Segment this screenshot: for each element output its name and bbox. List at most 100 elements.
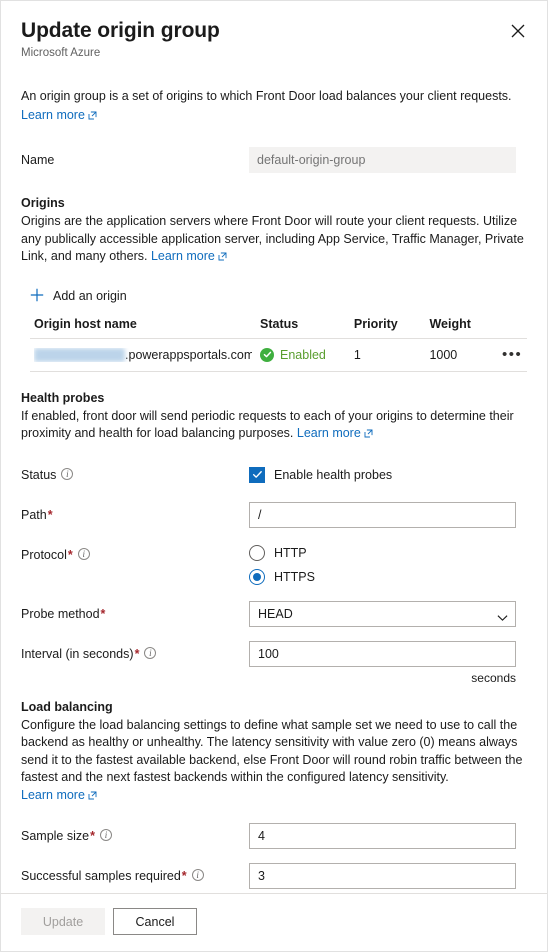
cell-actions: •••: [497, 338, 527, 372]
column-header-status[interactable]: Status: [256, 316, 350, 339]
radio-selected-icon: [249, 568, 265, 585]
probe-protocol-row: Protocol* HTTP HTTPS: [21, 542, 527, 585]
successful-samples-label: Successful samples required: [21, 869, 181, 883]
plus-icon: [30, 288, 44, 305]
info-icon[interactable]: [77, 547, 90, 560]
check-circle-icon: [260, 347, 274, 362]
load-balancing-learn-more-link[interactable]: Learn more: [21, 788, 97, 802]
load-balancing-learn-more-label: Learn more: [21, 787, 85, 802]
update-origin-group-dialog: Update origin group Microsoft Azure An o…: [0, 0, 548, 952]
name-label: Name: [21, 153, 55, 167]
name-input: [249, 147, 516, 173]
add-origin-button[interactable]: Add an origin: [30, 286, 127, 307]
intro-learn-more-link[interactable]: Learn more: [21, 108, 97, 122]
name-field-wrap: [249, 147, 527, 173]
probe-interval-label: Interval (in seconds): [21, 646, 134, 661]
page-title: Update origin group: [21, 19, 220, 42]
probe-method-label-wrap: Probe method*: [21, 601, 249, 627]
probe-interval-label-wrap: Interval (in seconds)*: [21, 641, 249, 667]
successful-samples-field: [249, 863, 527, 889]
probe-method-label: Probe method: [21, 606, 100, 621]
radio-option-http[interactable]: HTTP: [249, 544, 527, 561]
origins-learn-more-link[interactable]: Learn more: [151, 249, 227, 263]
close-button[interactable]: [505, 18, 531, 44]
probe-method-row: Probe method* HEAD: [21, 600, 527, 627]
more-options-icon[interactable]: •••: [502, 347, 522, 362]
probe-interval-input[interactable]: [249, 640, 516, 667]
health-probes-description-wrap: If enabled, front door will send periodi…: [21, 408, 527, 444]
probe-method-select[interactable]: HEAD: [249, 600, 516, 627]
successful-samples-input[interactable]: [249, 863, 516, 889]
external-link-icon: [88, 788, 97, 806]
probe-protocol-label: Protocol: [21, 547, 67, 562]
sample-size-label: Sample size: [21, 829, 90, 843]
origins-table-body: portalmechanics.powerappsportals.com Ena…: [30, 338, 527, 372]
probe-path-label: Path: [21, 507, 47, 522]
health-probes-description: If enabled, front door will send periodi…: [21, 408, 514, 441]
host-name-text: portalmechanics.powerappsportals.com: [34, 347, 252, 362]
external-link-icon: [364, 426, 373, 444]
host-visible-segment: .powerappsportals.com: [125, 347, 252, 362]
info-icon[interactable]: [191, 869, 204, 881]
probe-path-label-wrap: Path*: [21, 502, 249, 528]
sample-size-input[interactable]: [249, 823, 516, 849]
sample-size-label-wrap: Sample size*: [21, 823, 249, 849]
sample-size-field: [249, 823, 527, 849]
name-row: Name: [21, 147, 527, 173]
cell-host-name: portalmechanics.powerappsportals.com: [30, 338, 256, 372]
info-icon[interactable]: [61, 467, 74, 480]
origins-section: Origins Origins are the application serv…: [21, 195, 527, 372]
radio-option-https-label: HTTPS: [274, 569, 315, 584]
origins-title: Origins: [21, 196, 65, 210]
intro-description: An origin group is a set of origins to w…: [21, 89, 512, 103]
checkbox-checked-icon: [249, 466, 265, 483]
required-marker: *: [90, 829, 95, 843]
probe-path-field: [249, 501, 527, 528]
host-redacted-segment: portalmechanics: [34, 347, 126, 362]
radio-option-https[interactable]: HTTPS: [249, 568, 527, 585]
health-probes-learn-more-label: Learn more: [296, 426, 361, 440]
external-link-icon: [88, 107, 97, 125]
origins-table: Origin host name Status Priority Weight …: [30, 316, 527, 372]
info-icon[interactable]: [144, 646, 157, 659]
table-row[interactable]: portalmechanics.powerappsportals.com Ena…: [30, 338, 527, 372]
radio-unselected-icon: [249, 544, 265, 561]
cell-priority: 1: [349, 338, 426, 372]
load-balancing-description: Configure the load balancing settings to…: [21, 717, 523, 785]
protocol-radio-group: HTTP HTTPS: [249, 542, 527, 585]
probe-status-field: Enable health probes: [249, 462, 527, 488]
add-origin-label: Add an origin: [53, 289, 127, 303]
radio-option-http-label: HTTP: [274, 545, 307, 560]
origins-learn-more-label: Learn more: [150, 249, 215, 263]
enable-health-probes-checkbox[interactable]: Enable health probes: [249, 462, 527, 488]
successful-samples-label-wrap: Successful samples required*: [21, 863, 249, 889]
cell-status: Enabled: [256, 338, 350, 372]
health-probes-learn-more-link[interactable]: Learn more: [297, 426, 373, 440]
health-probes-section: Health probes If enabled, front door wil…: [21, 390, 527, 685]
probe-method-field: HEAD: [249, 600, 527, 627]
required-marker: *: [134, 646, 140, 661]
cell-weight: 1000: [425, 338, 498, 372]
info-icon[interactable]: [99, 829, 112, 841]
probe-status-row: Status Enable health probes: [21, 462, 527, 488]
probe-path-row: Path*: [21, 501, 527, 528]
enable-health-probes-label: Enable health probes: [274, 467, 393, 482]
close-icon: [511, 24, 525, 38]
health-probes-title: Health probes: [21, 390, 105, 405]
probe-interval-row: Interval (in seconds)* seconds: [21, 640, 527, 685]
dialog-body: An origin group is a set of origins to w…: [1, 87, 547, 947]
required-marker: *: [100, 606, 106, 621]
update-button[interactable]: Update: [21, 908, 105, 935]
table-header-row: Origin host name Status Priority Weight: [30, 316, 527, 339]
cancel-button[interactable]: Cancel: [113, 908, 197, 935]
column-header-priority[interactable]: Priority: [349, 316, 426, 339]
external-link-icon: [218, 249, 227, 267]
required-marker: *: [47, 507, 53, 522]
footer-buttons: Update Cancel: [21, 908, 527, 935]
column-header-host[interactable]: Origin host name: [30, 316, 256, 339]
intro-learn-more-label: Learn more: [21, 108, 85, 122]
probe-path-input[interactable]: [249, 501, 516, 528]
column-header-weight[interactable]: Weight: [425, 316, 498, 339]
sample-size-row: Sample size*: [21, 823, 527, 849]
successful-samples-row: Successful samples required*: [21, 863, 527, 889]
